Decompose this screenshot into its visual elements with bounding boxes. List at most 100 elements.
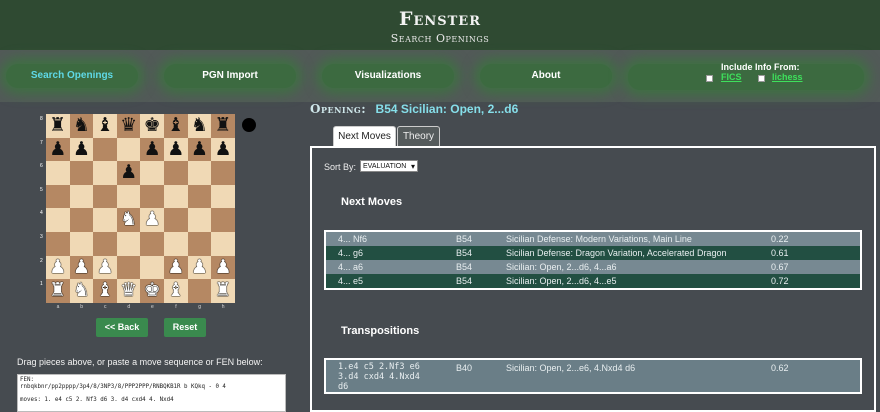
- square-c7[interactable]: [93, 137, 117, 162]
- square-b4[interactable]: [69, 208, 94, 232]
- black-bishop-icon[interactable]: ♝: [96, 114, 113, 136]
- white-pawn-icon[interactable]: ♟: [167, 256, 184, 278]
- white-pawn-icon[interactable]: ♟: [73, 256, 90, 278]
- black-pawn-icon[interactable]: ♟: [49, 138, 66, 160]
- fics-link[interactable]: FICS: [721, 72, 742, 82]
- square-f2[interactable]: ♟: [164, 255, 188, 280]
- square-c3[interactable]: [93, 232, 117, 256]
- white-pawn-icon[interactable]: ♟: [144, 208, 161, 230]
- square-d8[interactable]: ♛: [116, 114, 141, 138]
- square-a3[interactable]: [46, 232, 70, 256]
- square-c6[interactable]: [93, 161, 117, 185]
- square-b7[interactable]: ♟: [69, 137, 94, 162]
- square-b2[interactable]: ♟: [69, 255, 94, 280]
- square-e6[interactable]: [140, 161, 164, 185]
- back-button[interactable]: << Back: [96, 318, 148, 337]
- black-pawn-icon[interactable]: ♟: [191, 138, 208, 160]
- black-pawn-icon[interactable]: ♟: [73, 138, 90, 160]
- black-pawn-icon[interactable]: ♟: [120, 161, 137, 183]
- square-f1[interactable]: ♝: [164, 279, 188, 303]
- square-g3[interactable]: [187, 232, 212, 256]
- nav-visualizations[interactable]: Visualizations: [322, 64, 454, 88]
- square-d1[interactable]: ♛: [116, 279, 141, 303]
- table-row[interactable]: 4... Nf6 B54 Sicilian Defense: Modern Va…: [326, 232, 860, 246]
- square-a4[interactable]: [46, 208, 70, 232]
- black-queen-icon[interactable]: ♛: [120, 114, 137, 136]
- white-bishop-icon[interactable]: ♝: [96, 279, 113, 301]
- square-e8[interactable]: ♚: [140, 114, 164, 138]
- square-b5[interactable]: [69, 184, 94, 209]
- black-king-icon[interactable]: ♚: [144, 114, 161, 136]
- square-h1[interactable]: ♜: [211, 279, 235, 303]
- white-queen-icon[interactable]: ♛: [120, 279, 137, 301]
- square-c2[interactable]: ♟: [93, 255, 117, 280]
- square-d5[interactable]: [116, 184, 141, 209]
- white-rook-icon[interactable]: ♜: [214, 279, 231, 301]
- black-rook-icon[interactable]: ♜: [49, 114, 66, 136]
- nav-about[interactable]: About: [480, 64, 612, 88]
- white-knight-icon[interactable]: ♞: [120, 208, 137, 230]
- square-a7[interactable]: ♟: [46, 137, 70, 162]
- square-h5[interactable]: [211, 184, 235, 209]
- white-pawn-icon[interactable]: ♟: [96, 256, 113, 278]
- white-knight-icon[interactable]: ♞: [73, 279, 90, 301]
- table-row[interactable]: 4... a6 B54 Sicilian: Open, 2...d6, 4...…: [326, 260, 860, 274]
- black-knight-icon[interactable]: ♞: [73, 114, 90, 136]
- square-a5[interactable]: [46, 184, 70, 209]
- lichess-link[interactable]: lichess: [772, 72, 803, 82]
- square-e1[interactable]: ♚: [140, 279, 164, 303]
- sort-by-select[interactable]: EVALUATION: [360, 160, 418, 172]
- square-a6[interactable]: [46, 161, 70, 185]
- square-d2[interactable]: [116, 255, 141, 280]
- square-g1[interactable]: [187, 279, 212, 303]
- white-rook-icon[interactable]: ♜: [49, 279, 66, 301]
- white-pawn-icon[interactable]: ♟: [191, 256, 208, 278]
- square-e7[interactable]: ♟: [140, 137, 164, 162]
- square-f6[interactable]: [164, 161, 188, 185]
- square-g6[interactable]: [187, 161, 212, 185]
- square-e2[interactable]: [140, 255, 164, 280]
- square-a8[interactable]: ♜: [46, 114, 70, 138]
- black-bishop-icon[interactable]: ♝: [167, 114, 184, 136]
- square-h2[interactable]: ♟: [211, 255, 235, 280]
- square-e4[interactable]: ♟: [140, 208, 164, 232]
- fen-input[interactable]: FEN: rnbqkbnr/pp2pppp/3p4/8/3NP3/8/PPP2P…: [17, 374, 286, 412]
- black-pawn-icon[interactable]: ♟: [144, 138, 161, 160]
- table-row[interactable]: 1.e4 c5 2.Nf3 e6 3.d4 cxd4 4.Nxd4 d6 B40…: [326, 360, 860, 392]
- square-h4[interactable]: [211, 208, 235, 232]
- tab-theory[interactable]: Theory: [397, 126, 440, 146]
- fics-checkbox[interactable]: [706, 75, 713, 82]
- square-d7[interactable]: [116, 137, 141, 162]
- square-g2[interactable]: ♟: [187, 255, 212, 280]
- lichess-checkbox[interactable]: [758, 75, 765, 82]
- square-e3[interactable]: [140, 232, 164, 256]
- square-h8[interactable]: ♜: [211, 114, 235, 138]
- black-knight-icon[interactable]: ♞: [191, 114, 208, 136]
- square-b3[interactable]: [69, 232, 94, 256]
- square-f5[interactable]: [164, 184, 188, 209]
- square-d3[interactable]: [116, 232, 141, 256]
- square-d4[interactable]: ♞: [116, 208, 141, 232]
- white-pawn-icon[interactable]: ♟: [214, 256, 231, 278]
- tab-next-moves[interactable]: Next Moves: [333, 126, 396, 146]
- white-king-icon[interactable]: ♚: [144, 279, 161, 301]
- reset-button[interactable]: Reset: [164, 318, 206, 337]
- black-pawn-icon[interactable]: ♟: [167, 138, 184, 160]
- square-f8[interactable]: ♝: [164, 114, 188, 138]
- square-c8[interactable]: ♝: [93, 114, 117, 138]
- square-b8[interactable]: ♞: [69, 114, 94, 138]
- square-g5[interactable]: [187, 184, 212, 209]
- white-bishop-icon[interactable]: ♝: [167, 279, 184, 301]
- black-pawn-icon[interactable]: ♟: [214, 138, 231, 160]
- square-a1[interactable]: ♜: [46, 279, 70, 303]
- nav-search-openings[interactable]: Search Openings: [6, 64, 138, 88]
- square-c4[interactable]: [93, 208, 117, 232]
- square-g4[interactable]: [187, 208, 212, 232]
- square-e5[interactable]: [140, 184, 164, 209]
- square-a2[interactable]: ♟: [46, 255, 70, 280]
- square-d6[interactable]: ♟: [116, 161, 141, 185]
- square-f4[interactable]: [164, 208, 188, 232]
- square-c1[interactable]: ♝: [93, 279, 117, 303]
- square-c5[interactable]: [93, 184, 117, 209]
- square-f3[interactable]: [164, 232, 188, 256]
